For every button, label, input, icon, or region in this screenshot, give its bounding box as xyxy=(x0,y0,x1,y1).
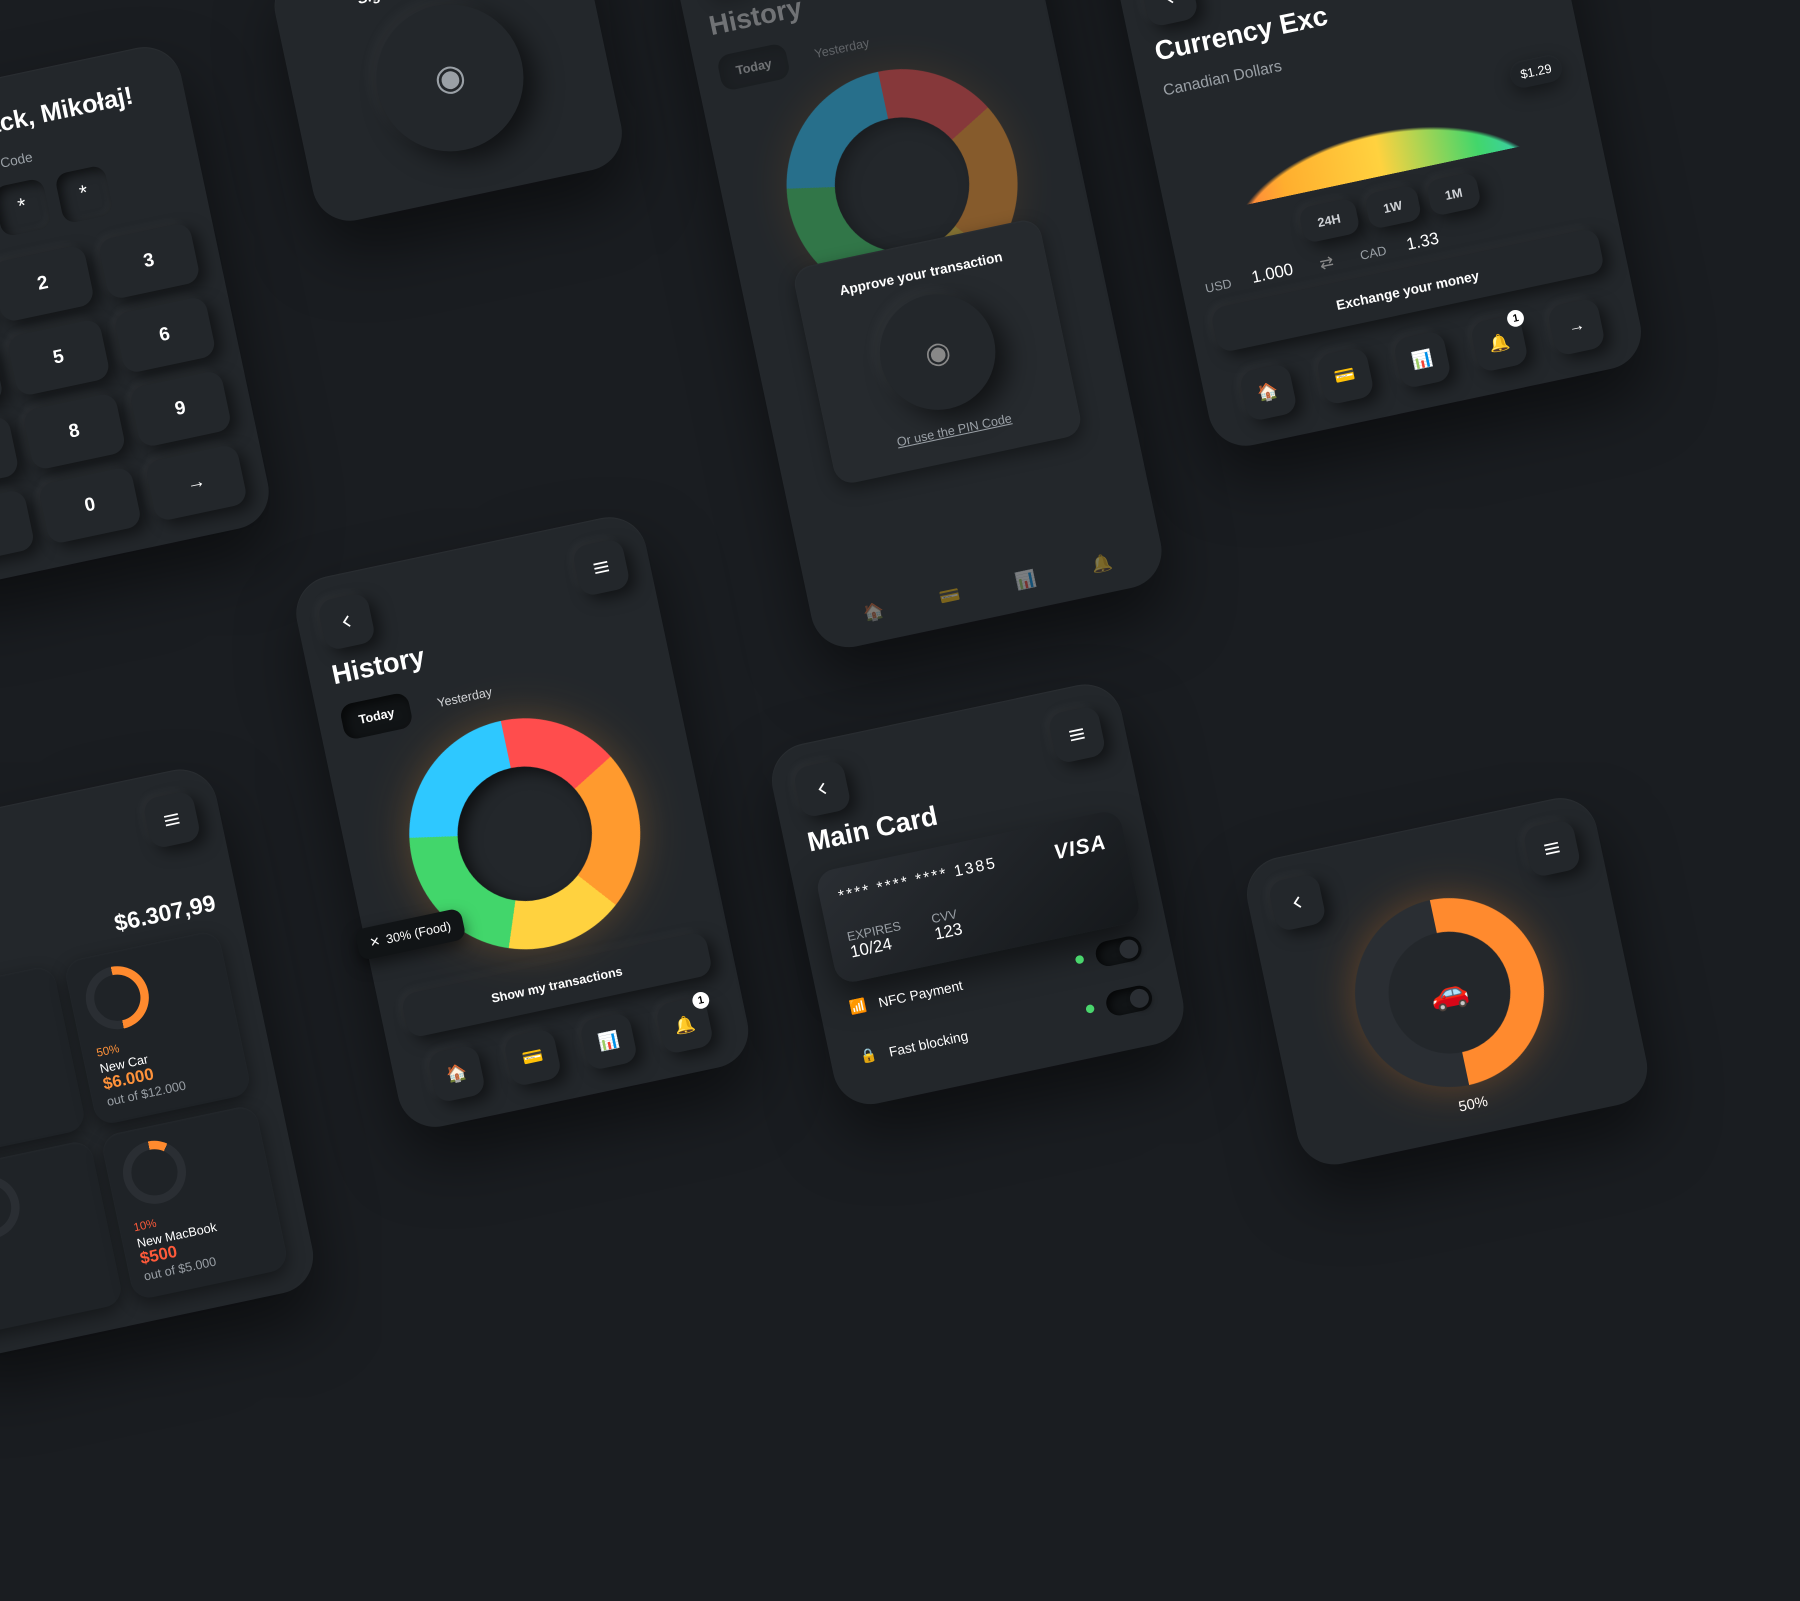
savings-item[interactable]: 5% xyxy=(0,1139,124,1336)
block-label: Fast blocking xyxy=(887,1027,969,1059)
range-1w[interactable]: 1W xyxy=(1363,184,1422,230)
nav-stats[interactable]: 📊 xyxy=(1392,330,1452,390)
back-button[interactable] xyxy=(1139,0,1199,28)
visa-logo: VISA xyxy=(1052,831,1109,866)
savings-item[interactable]: 10% New MacBook $500 out of $5.000 xyxy=(99,1104,290,1301)
nav-card[interactable]: 💳 xyxy=(1315,346,1375,406)
progress-ring xyxy=(80,960,155,1035)
menu-button[interactable] xyxy=(571,538,631,598)
fingerprint-icon: ◉ xyxy=(430,54,469,102)
keypad-go[interactable]: → xyxy=(144,443,248,522)
keypad-8[interactable]: 8 xyxy=(22,392,126,471)
approve-screen: History Today Yesterday Approve your tra… xyxy=(667,0,1169,654)
keypad-3[interactable]: 3 xyxy=(97,221,201,300)
badge: 1 xyxy=(691,990,711,1010)
badge: 1 xyxy=(1506,308,1526,328)
pin-digit[interactable]: * xyxy=(54,164,114,224)
back-button[interactable] xyxy=(792,759,852,819)
chart-icon[interactable]: 📊 xyxy=(1013,568,1038,593)
progress-ring xyxy=(0,1170,25,1245)
touchid-button[interactable]: ◉ xyxy=(363,0,537,165)
status-dot xyxy=(1085,1004,1095,1014)
cvv-value: 123 xyxy=(933,920,964,944)
savings-item[interactable]: 50% New Car $6.000 out of $12.000 xyxy=(62,929,253,1126)
nav-bell[interactable]: 🔔1 xyxy=(1470,313,1530,373)
tab-today[interactable]: Today xyxy=(339,691,415,740)
use-pin-link[interactable]: Or use the PIN Code xyxy=(852,402,1056,459)
touchid-card: Sign in with Touch ID ◉ xyxy=(268,0,629,228)
fingerprint-icon: ◉ xyxy=(921,332,953,371)
car-icon: 🚗 xyxy=(1337,881,1561,1105)
signin-screen: Welcome back, Mikołaj! Sign in using you… xyxy=(0,40,276,595)
history-screen: History Today Yesterday ✕ 30% (Food) Sho… xyxy=(289,510,755,1134)
donut-label: 30% (Food) xyxy=(385,919,452,947)
savings-screen: avings eady Saved: $6.307,99 100% aris 5… xyxy=(0,762,320,1363)
approve-fingerprint[interactable]: ◉ xyxy=(869,284,1006,421)
keypad-9[interactable]: 9 xyxy=(128,369,232,448)
lock-icon: 🔒 xyxy=(858,1046,878,1066)
swap-icon[interactable]: ⇄ xyxy=(1318,251,1336,274)
status-dot xyxy=(1075,955,1085,965)
nav-next[interactable]: → xyxy=(1547,297,1607,357)
nfc-label: NFC Payment xyxy=(877,977,964,1010)
maincard-screen: Main Card **** **** **** 1385 VISA EXPIR… xyxy=(765,677,1191,1111)
keypad-0[interactable]: 0 xyxy=(38,466,142,545)
menu-button[interactable] xyxy=(142,790,202,850)
pin-digit[interactable]: * xyxy=(0,177,52,237)
keypad-2[interactable]: 2 xyxy=(0,244,95,323)
nav-bell[interactable]: 🔔1 xyxy=(655,995,715,1055)
goal-screen: 🚗 50% xyxy=(1240,791,1654,1171)
exchange-screen: 🏠 Currency Exc Canadian Dollars $1.29 24… xyxy=(1099,0,1648,453)
keypad-back[interactable]: ← xyxy=(0,488,36,567)
nav-home[interactable]: 🏠 xyxy=(427,1044,487,1104)
bell-icon[interactable]: 🔔 xyxy=(1089,552,1114,577)
utensils-icon: ✕ xyxy=(368,934,381,951)
nav-card[interactable]: 💳 xyxy=(503,1028,563,1088)
goal-progress-ring: 🚗 xyxy=(1337,881,1561,1105)
menu-button[interactable] xyxy=(1522,819,1582,879)
menu-button[interactable] xyxy=(1047,705,1107,765)
nav-stats[interactable]: 📊 xyxy=(579,1012,639,1072)
keypad-6[interactable]: 6 xyxy=(112,295,216,374)
cad-label: CAD xyxy=(1359,243,1388,263)
keypad-4[interactable]: 4 xyxy=(0,340,5,419)
usd-value: 1.000 xyxy=(1250,261,1295,288)
range-1m[interactable]: 1M xyxy=(1425,171,1482,217)
range-24h[interactable]: 24H xyxy=(1298,197,1361,244)
wifi-icon: 📶 xyxy=(848,997,868,1017)
tab-today[interactable]: Today xyxy=(716,42,792,91)
item-name: aris xyxy=(0,1070,62,1111)
tab-yesterday[interactable]: Yesterday xyxy=(795,22,890,75)
nfc-toggle[interactable] xyxy=(1093,934,1143,968)
tab-yesterday[interactable]: Yesterday xyxy=(417,671,512,724)
cad-value: 1.33 xyxy=(1405,230,1441,255)
progress-ring xyxy=(117,1135,192,1210)
keypad-7[interactable]: 7 xyxy=(0,414,20,493)
nav-home[interactable]: 🏠 xyxy=(1238,363,1298,423)
keypad-5[interactable]: 5 xyxy=(6,318,110,397)
block-toggle[interactable] xyxy=(1104,983,1154,1017)
back-button[interactable] xyxy=(317,592,377,652)
donut-tooltip: ✕ 30% (Food) xyxy=(354,908,466,961)
home-icon[interactable]: 🏠 xyxy=(861,600,886,625)
card-number: **** **** **** 1385 xyxy=(837,854,999,905)
card-icon[interactable]: 💳 xyxy=(937,584,962,609)
usd-label: USD xyxy=(1204,276,1233,296)
back-button[interactable] xyxy=(1267,873,1327,933)
